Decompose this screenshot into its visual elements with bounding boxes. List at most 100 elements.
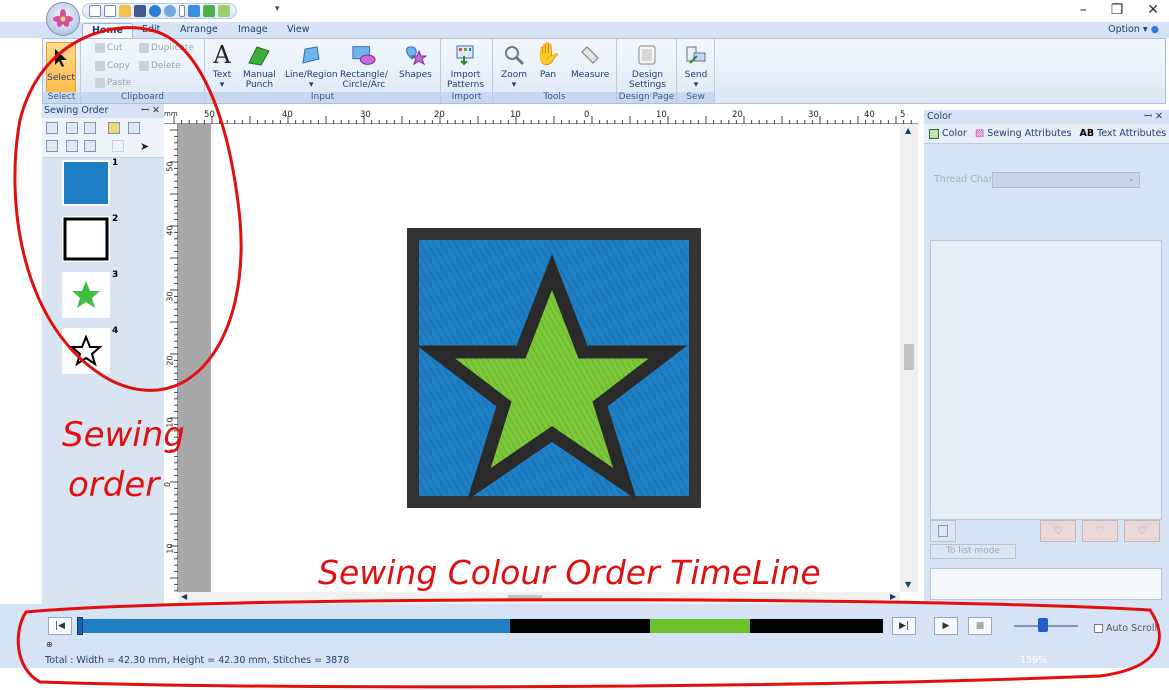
option-menu[interactable]: Option ▾ ● (1108, 24, 1159, 35)
tab-view[interactable]: View (287, 24, 310, 35)
color-panel-title: Color (927, 111, 952, 122)
auto-scroll-checkbox[interactable]: Auto Scroll (1094, 623, 1157, 634)
sewing-order-item-1[interactable] (62, 160, 110, 206)
line-region-button[interactable]: Line/Region ▾ (285, 42, 338, 90)
panel-close-icon[interactable]: ✕ (1155, 111, 1163, 122)
horizontal-scrollbar[interactable]: ◀ ▶ (178, 592, 900, 604)
zoom-button[interactable]: Zoom ▾ (501, 42, 527, 90)
color-timeline-track[interactable] (77, 619, 883, 633)
select-button[interactable]: Select (46, 42, 76, 94)
color-icon[interactable] (179, 5, 185, 17)
scroll-up-icon[interactable]: ▲ (905, 126, 911, 135)
new-file-icon[interactable] (89, 5, 101, 17)
scroll-down-icon[interactable]: ▼ (905, 580, 911, 589)
vertical-scroll-thumb[interactable] (904, 344, 914, 370)
import-patterns-button[interactable]: Import Patterns (447, 42, 484, 90)
heart-button-2[interactable]: ♡ (1124, 520, 1160, 542)
open-folder-icon[interactable] (119, 5, 131, 17)
tab-color[interactable]: Color (929, 128, 967, 139)
restore-icon[interactable]: ❐ (1111, 2, 1124, 18)
close-icon[interactable]: ✕ (1147, 2, 1159, 18)
color-list[interactable] (930, 240, 1162, 520)
design-settings-button[interactable]: Design Settings (629, 42, 666, 90)
delete-icon (139, 61, 149, 71)
send-to-card-icon[interactable] (149, 5, 161, 17)
apply-color-button[interactable]: ♡ (1040, 520, 1076, 542)
sewing-order-item-3[interactable] (62, 272, 110, 318)
copy-button[interactable]: Copy (95, 61, 130, 71)
ruler-left-label-6: 0 (163, 481, 173, 488)
copy-label: Copy (107, 61, 130, 71)
timeline-segment-2[interactable] (509, 619, 651, 633)
text-button[interactable]: A Text ▾ (209, 42, 235, 90)
speed-slider-thumb[interactable] (1037, 618, 1048, 632)
thread-chart-select[interactable]: ⌄ (992, 172, 1140, 188)
thread-spool-icon[interactable] (128, 122, 140, 134)
sewing-order-header: Sewing Order ꟷ ✕ (42, 104, 164, 118)
tab-arrange[interactable]: Arrange (180, 24, 218, 35)
settings-icon[interactable] (164, 5, 176, 17)
manual-punch-button[interactable]: Manual Punch (243, 42, 276, 90)
ruler-top-label-9: 30 (808, 110, 819, 120)
panel-close-icon[interactable]: ✕ (152, 105, 160, 116)
delete-button[interactable]: Delete (139, 61, 181, 71)
line-region-icon (298, 42, 324, 68)
lock-icon[interactable] (108, 122, 120, 134)
qat-customize-icon[interactable]: ▾ (275, 4, 280, 14)
pointer-arrow-icon[interactable]: ➤ (140, 140, 152, 153)
heart-button-1[interactable]: ♡ (1082, 520, 1118, 542)
move-forward-icon[interactable] (84, 122, 96, 134)
select-color-icon[interactable] (188, 5, 200, 17)
pin-icon[interactable]: ꟷ (141, 105, 149, 116)
rectangle-circle-button[interactable]: Rectangle/ Circle/Arc (340, 42, 388, 90)
timeline-segment-3[interactable] (650, 619, 750, 633)
expand-icon[interactable]: ⊕ (46, 640, 53, 649)
tab-sewing-attributes[interactable]: ▨ Sewing Attributes (975, 128, 1072, 139)
thread-chart-label: Thread Chart: (934, 174, 1000, 185)
pin-icon[interactable]: ꟷ (1144, 111, 1152, 122)
shapes-button[interactable]: Shapes (399, 42, 432, 80)
play-button[interactable]: ▶ (934, 617, 958, 635)
zoom-level: 159% (1020, 655, 1048, 666)
duplicate-button[interactable]: Duplicate (139, 43, 194, 53)
timeline-position-handle[interactable] (77, 617, 83, 635)
sewing-order-number-2: 2 (112, 214, 119, 224)
new-document-icon[interactable] (104, 5, 116, 17)
cut-button[interactable]: Cut (95, 43, 123, 53)
save-icon[interactable] (134, 5, 146, 17)
paste-button[interactable]: Paste (95, 78, 131, 88)
tab-image[interactable]: Image (238, 24, 268, 35)
ruler-left-label-5: 10 (165, 417, 175, 428)
scroll-right-icon[interactable]: ▶ (890, 592, 896, 601)
stop-button[interactable]: ■ (968, 617, 992, 635)
to-list-mode-button[interactable]: To list mode (930, 544, 1016, 559)
move-to-front-icon[interactable] (66, 122, 78, 134)
redo-icon[interactable] (218, 5, 230, 17)
send-button[interactable]: Send ▾ (683, 42, 709, 90)
spool-button[interactable] (930, 520, 956, 542)
ruler-top-label-8: 20 (732, 110, 743, 120)
ruler-top-label-6: 0 (584, 110, 590, 120)
application-menu-button[interactable] (46, 2, 80, 36)
vertical-scrollbar[interactable]: ▲ ▼ (900, 124, 918, 592)
ungroup-icon[interactable] (84, 140, 96, 152)
pan-button[interactable]: ✋ Pan (534, 42, 561, 81)
tab-edit[interactable]: Edit (142, 24, 160, 35)
tab-text-attributes[interactable]: AB Text Attributes (1080, 128, 1167, 139)
horizontal-scroll-thumb[interactable] (508, 595, 542, 601)
timeline-segment-1[interactable] (77, 619, 510, 633)
timeline-segment-4[interactable] (749, 619, 883, 633)
tab-home[interactable]: Home (82, 23, 133, 38)
sewing-order-item-4[interactable] (62, 328, 110, 374)
sewing-order-item-2[interactable] (62, 216, 110, 262)
minimize-icon[interactable]: – (1080, 2, 1087, 18)
scroll-left-icon[interactable]: ◀ (181, 592, 187, 601)
go-to-end-button[interactable]: ▶| (892, 617, 916, 635)
design-canvas[interactable] (178, 124, 900, 592)
color-sort-icon[interactable] (46, 140, 58, 152)
group-icon[interactable] (66, 140, 78, 152)
undo-icon[interactable] (203, 5, 215, 17)
go-to-start-button[interactable]: |◀ (48, 617, 72, 635)
select-all-icon[interactable] (46, 122, 58, 134)
measure-button[interactable]: Measure (571, 42, 609, 80)
